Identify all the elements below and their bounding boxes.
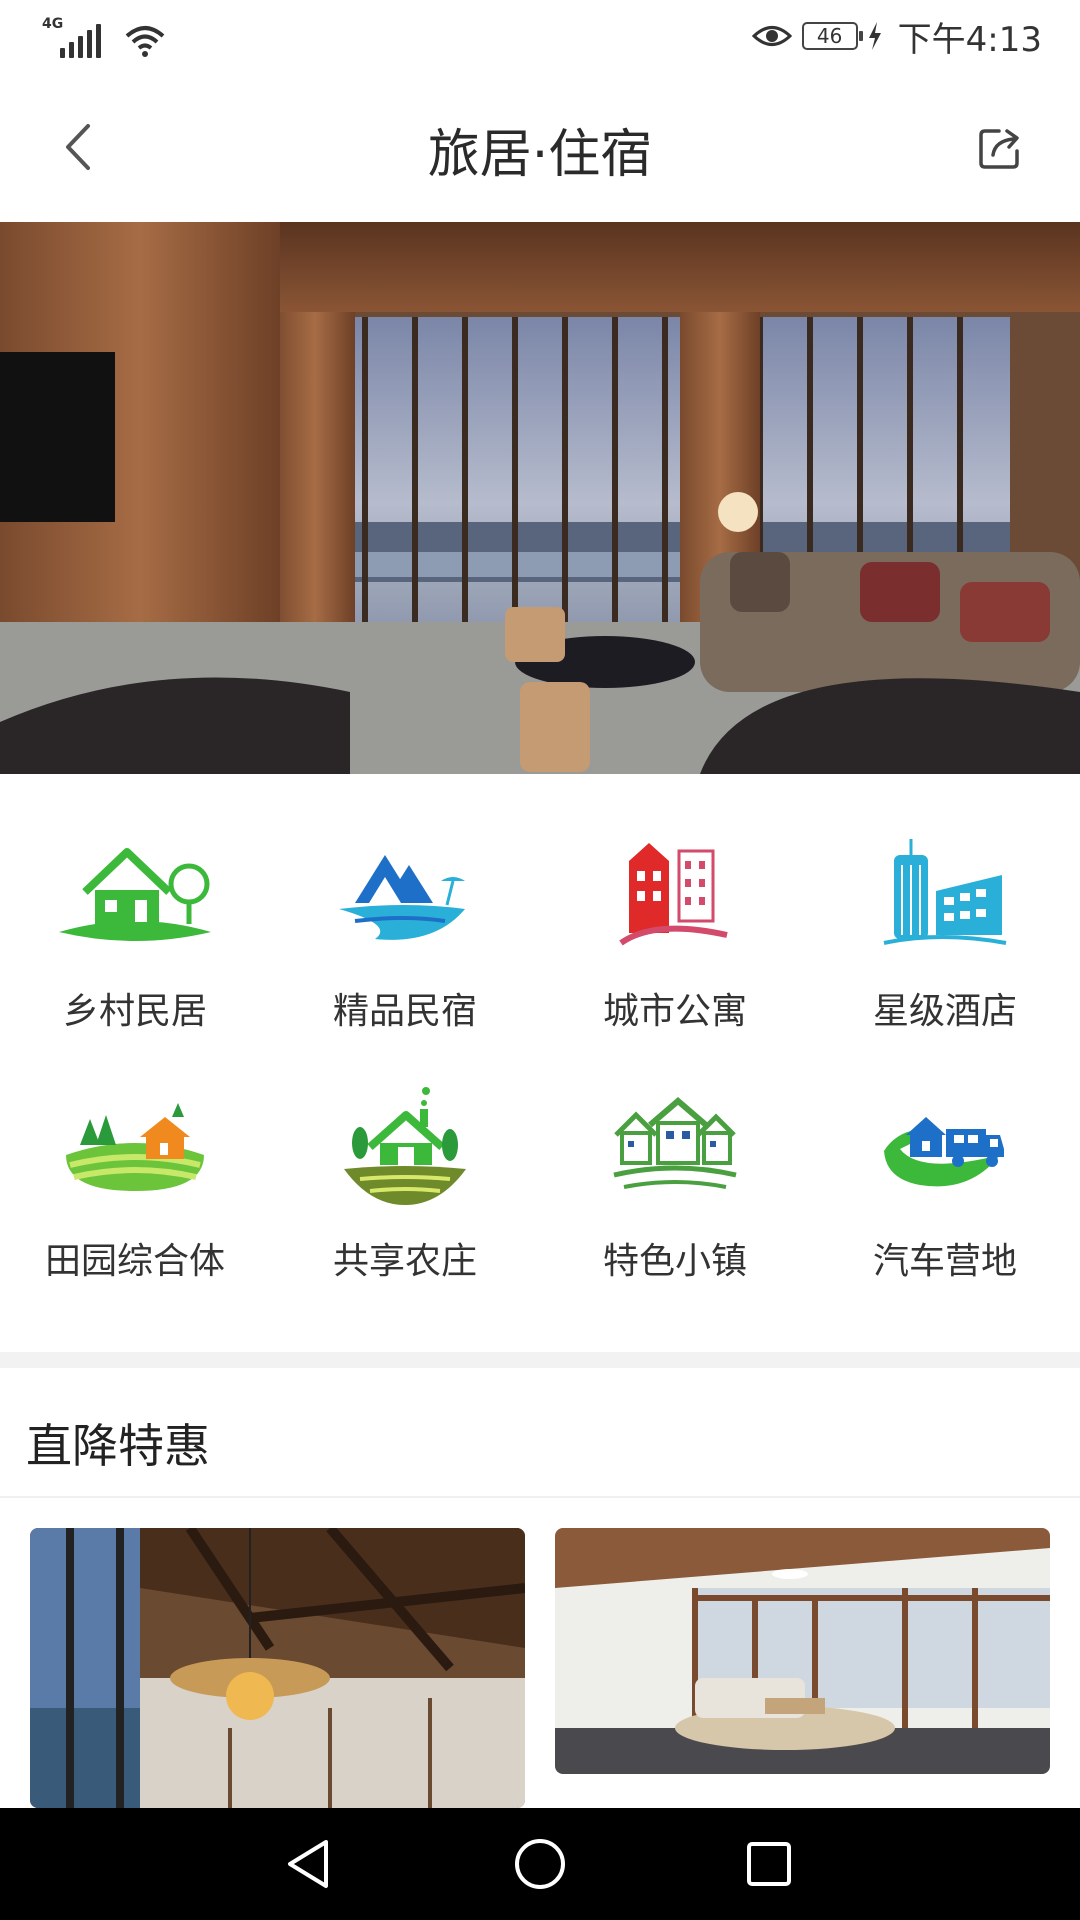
category-village-house[interactable]: 乡村民居 [0, 800, 270, 1050]
category-grid: 乡村民居 精品民宿 城市公寓 星级酒店 田园综合体 共享农庄 特色小镇 汽车营地 [0, 800, 1080, 1300]
nav-home-button[interactable] [505, 1834, 575, 1894]
status-bar: 4G 46 下午4:13 [0, 0, 1080, 72]
eye-icon [751, 26, 792, 46]
status-left: 4G [42, 14, 165, 58]
category-label: 城市公寓 [602, 991, 747, 1032]
system-nav-bar [0, 1808, 1080, 1920]
rv-camp-icon [884, 1117, 1004, 1187]
category-label: 共享农庄 [332, 1241, 477, 1282]
charging-icon [868, 22, 881, 50]
farm-complex-icon [66, 1103, 204, 1191]
category-label: 汽车营地 [872, 1241, 1017, 1282]
category-featured-town[interactable]: 特色小镇 [540, 1050, 810, 1300]
category-farm-complex[interactable]: 田园综合体 [0, 1050, 270, 1300]
shared-farm-icon [344, 1087, 466, 1205]
deal-card-photo [555, 1528, 1050, 1774]
featured-town-icon [613, 1097, 737, 1189]
deal-card-photo [30, 1528, 525, 1808]
category-label: 星级酒店 [872, 991, 1017, 1032]
hero-banner[interactable] [0, 222, 1080, 774]
signal-icon [60, 22, 101, 58]
status-right: 46 下午4:13 [751, 12, 1042, 60]
category-label: 精品民宿 [332, 991, 477, 1032]
category-label: 特色小镇 [602, 1241, 747, 1282]
page-title: 旅居·住宿 [427, 125, 653, 185]
deal-card[interactable] [555, 1528, 1050, 1774]
nav-back-button[interactable] [272, 1834, 342, 1894]
boutique-cabin-icon [339, 855, 465, 940]
category-city-apartment[interactable]: 城市公寓 [540, 800, 810, 1050]
wifi-icon [125, 26, 165, 57]
village-house-icon [59, 848, 211, 941]
app-header: 旅居·住宿 [0, 72, 1080, 222]
category-label: 乡村民居 [62, 991, 207, 1032]
category-shared-farm[interactable]: 共享农庄 [270, 1050, 540, 1300]
hero-photo [0, 222, 1080, 774]
city-apartment-icon [619, 843, 728, 946]
share-icon [979, 129, 1019, 169]
category-star-hotel[interactable]: 星级酒店 [810, 800, 1080, 1050]
category-boutique-homestay[interactable]: 精品民宿 [270, 800, 540, 1050]
network-type: 4G [42, 16, 64, 32]
square-recents-icon [747, 1842, 791, 1886]
section-title: 直降特惠 [26, 1419, 210, 1473]
share-button[interactable] [968, 116, 1032, 180]
circle-home-icon [515, 1839, 565, 1889]
section-underline [0, 1496, 1080, 1498]
triangle-back-icon [288, 1840, 328, 1888]
category-label: 田园综合体 [44, 1241, 225, 1282]
section-divider [0, 1352, 1080, 1368]
battery-icon: 46 [801, 22, 863, 50]
star-hotel-icon [883, 839, 1007, 945]
clock: 下午4:13 [897, 19, 1042, 60]
category-rv-camp[interactable]: 汽车营地 [810, 1050, 1080, 1300]
nav-recents-button[interactable] [734, 1834, 804, 1894]
deal-card[interactable] [30, 1528, 525, 1808]
